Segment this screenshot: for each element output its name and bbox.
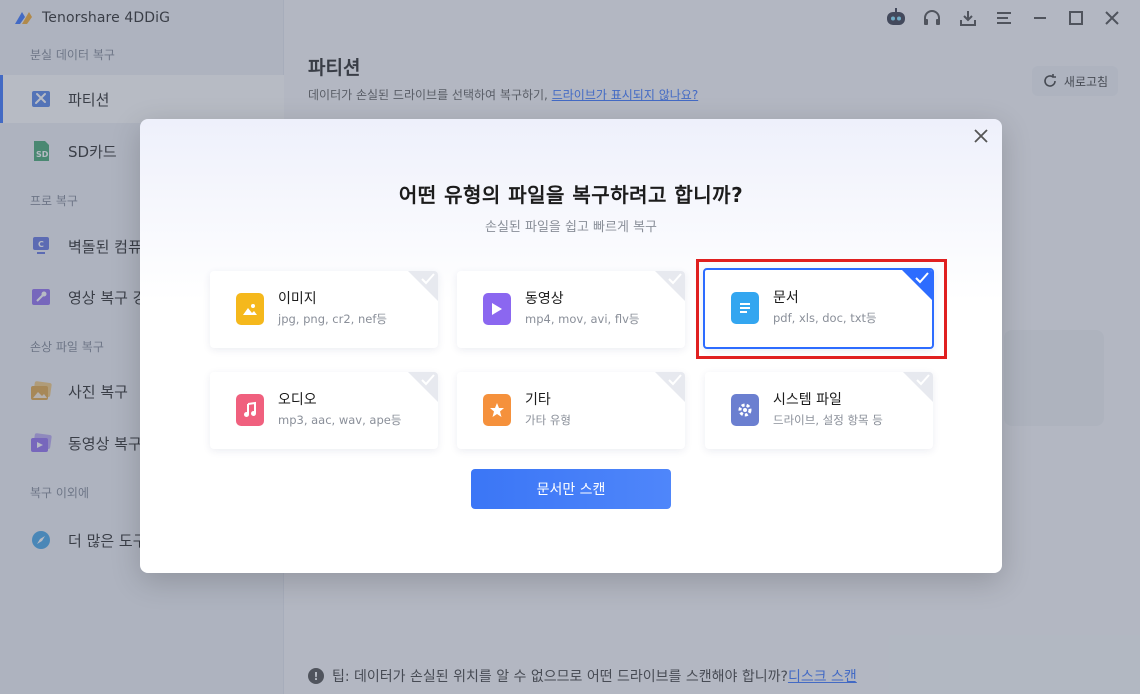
check-icon: [916, 374, 930, 386]
check-icon: [668, 374, 682, 386]
file-type-desc: jpg, png, cr2, nef등: [278, 312, 387, 326]
image-icon: [236, 293, 264, 325]
file-type-dialog: 어떤 유형의 파일을 복구하려고 합니까? 손실된 파일을 쉽고 빠르게 복구 …: [140, 119, 1002, 573]
check-icon: [421, 374, 435, 386]
file-type-name: 시스템 파일: [773, 392, 842, 408]
file-type-name: 동영상: [525, 291, 564, 307]
file-type-card-video[interactable]: 동영상 mp4, mov, avi, flv등: [457, 271, 685, 348]
music-icon: [236, 394, 264, 426]
file-type-name: 기타: [525, 392, 551, 408]
file-type-desc: mp3, aac, wav, ape등: [278, 413, 402, 427]
scan-documents-button[interactable]: 문서만 스캔: [471, 469, 671, 509]
play-icon: [483, 293, 511, 325]
gear-icon: [731, 394, 759, 426]
file-type-card-image[interactable]: 이미지 jpg, png, cr2, nef등: [210, 271, 438, 348]
file-type-desc: 가타 유형: [525, 413, 571, 427]
star-icon: [483, 394, 511, 426]
file-type-desc: 드라이브, 설정 항목 등: [773, 413, 883, 427]
selection-highlight: [696, 259, 947, 359]
file-type-desc: mp4, mov, avi, flv등: [525, 312, 640, 326]
file-type-name: 오디오: [278, 392, 317, 408]
dialog-title: 어떤 유형의 파일을 복구하려고 합니까?: [398, 183, 744, 207]
file-type-name: 이미지: [278, 291, 317, 307]
check-icon: [421, 273, 435, 285]
file-type-card-system[interactable]: 시스템 파일 드라이브, 설정 항목 등: [705, 372, 933, 449]
dialog-close-icon[interactable]: [970, 125, 992, 147]
check-icon: [668, 273, 682, 285]
file-type-card-other[interactable]: 기타 가타 유형: [457, 372, 685, 449]
file-type-card-audio[interactable]: 오디오 mp3, aac, wav, ape등: [210, 372, 438, 449]
dialog-subtitle: 손실된 파일을 쉽고 빠르게 복구: [484, 220, 657, 235]
